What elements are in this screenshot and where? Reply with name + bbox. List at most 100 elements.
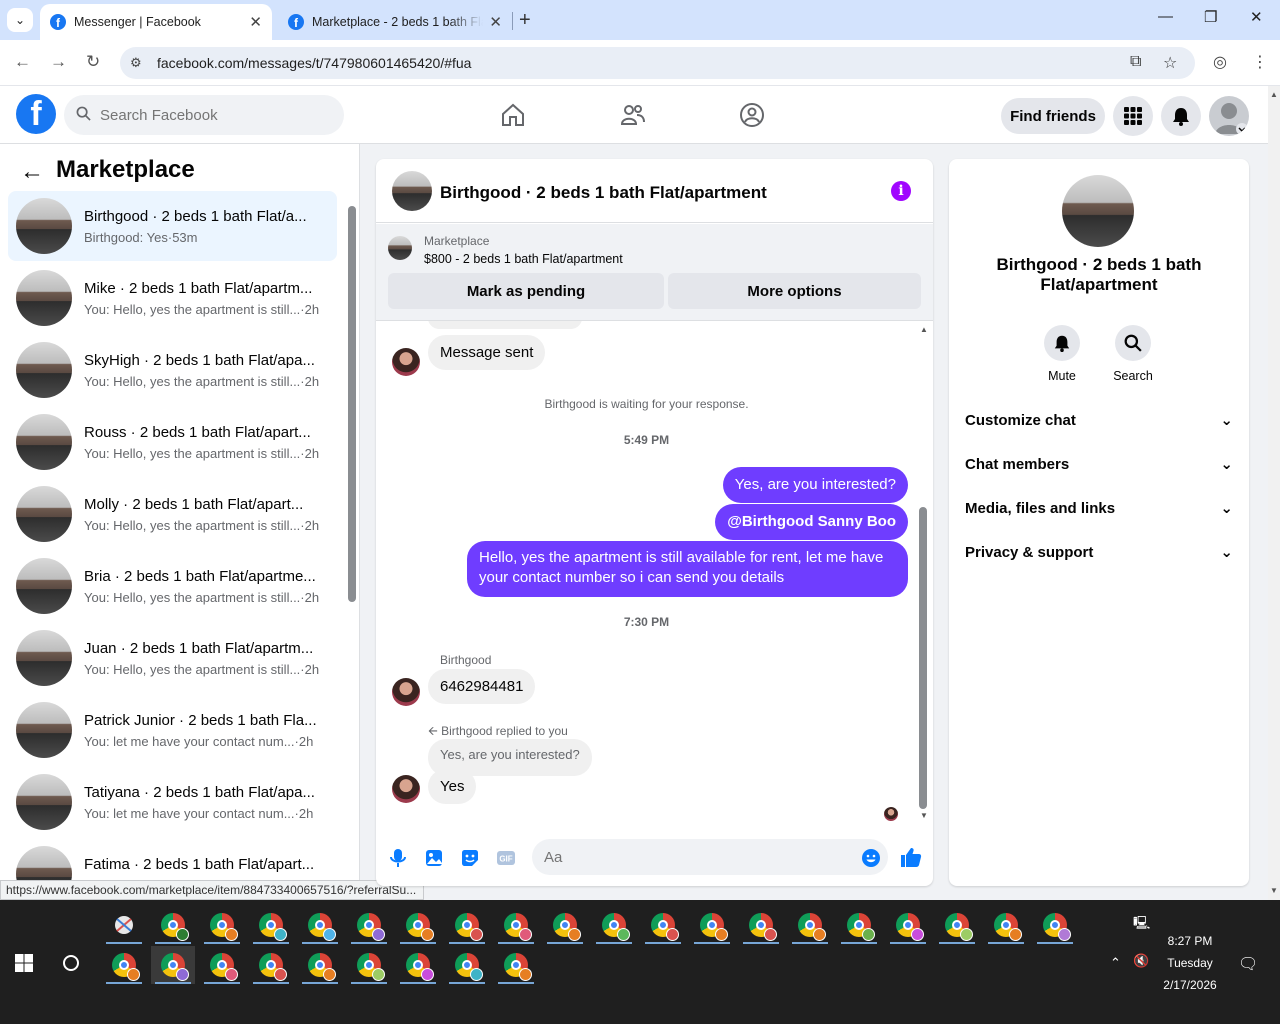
back-arrow-icon[interactable]: ←: [14, 52, 31, 72]
clock-date[interactable]: 2/17/2026: [1160, 978, 1220, 992]
scroll-down-icon[interactable]: ▼: [1270, 886, 1278, 895]
taskbar-app-chrome[interactable]: [592, 906, 636, 944]
volume-muted-icon[interactable]: 🔇: [1133, 953, 1149, 969]
windows-start-icon[interactable]: [15, 954, 33, 972]
microphone-icon[interactable]: [388, 848, 408, 868]
facebook-logo-icon[interactable]: f: [16, 94, 56, 134]
listing-summary[interactable]: $800 - 2 beds 1 bath Flat/apartment: [424, 252, 623, 266]
groups-icon[interactable]: [739, 102, 765, 128]
taskbar-app-chrome[interactable]: [641, 906, 685, 944]
conversation-item[interactable]: Patrick Junior · 2 beds 1 bath Fla... You…: [8, 695, 337, 765]
taskbar-app-chrome[interactable]: [249, 946, 293, 984]
mute-button[interactable]: Mute: [1032, 325, 1092, 383]
sender-avatar[interactable]: [392, 348, 420, 376]
taskbar-app-chrome[interactable]: [935, 906, 979, 944]
taskbar-app-chrome[interactable]: [298, 906, 342, 944]
taskbar-app-chrome[interactable]: [1033, 906, 1077, 944]
taskbar-app-chrome[interactable]: [739, 906, 783, 944]
search-in-chat-button[interactable]: Search: [1103, 325, 1163, 383]
close-tab-icon[interactable]: ✕: [249, 13, 262, 31]
page-scrollbar[interactable]: ▲ ▼: [1268, 86, 1280, 900]
conversation-item[interactable]: Juan · 2 beds 1 bath Flat/apartm... You: …: [8, 623, 337, 693]
chat-members-row[interactable]: Chat members ⌄: [965, 444, 1233, 484]
clock-day[interactable]: Tuesday: [1160, 956, 1220, 970]
scroll-up-icon[interactable]: ▲: [1270, 90, 1278, 99]
more-options-button[interactable]: More options: [668, 273, 921, 309]
privacy-support-row[interactable]: Privacy & support ⌄: [965, 532, 1233, 572]
taskbar-app-chrome[interactable]: [984, 906, 1028, 944]
restore-icon[interactable]: ❐: [1204, 8, 1217, 26]
close-tab-icon[interactable]: ✕: [489, 13, 502, 31]
image-icon[interactable]: [424, 848, 444, 868]
taskbar-app-chrome[interactable]: [445, 946, 489, 984]
taskbar-app-chrome[interactable]: [200, 906, 244, 944]
listing-thumbnail[interactable]: [388, 236, 412, 260]
taskbar-app-chrome[interactable]: [298, 946, 342, 984]
taskbar-app-chrome[interactable]: [102, 946, 146, 984]
taskbar-app-chrome[interactable]: [347, 946, 391, 984]
new-tab-icon[interactable]: +: [519, 9, 531, 32]
listing-thumbnail[interactable]: [392, 171, 432, 211]
thumbs-up-icon[interactable]: [900, 846, 922, 868]
conversation-item[interactable]: Tatiyana · 2 beds 1 bath Flat/apa... You:…: [8, 767, 337, 837]
gif-icon[interactable]: GIF: [496, 848, 516, 868]
mark-as-pending-button[interactable]: Mark as pending: [388, 273, 664, 309]
chat-scrollbar[interactable]: ▲ ▼: [916, 325, 930, 821]
emoji-icon[interactable]: [861, 848, 881, 868]
tab-marketplace[interactable]: f Marketplace - 2 beds 1 bath Flat/apart…: [278, 4, 512, 40]
taskbar-app-chrome[interactable]: [151, 906, 195, 944]
message-input[interactable]: [532, 839, 888, 875]
scroll-up-icon[interactable]: ▲: [920, 325, 928, 334]
find-friends-button[interactable]: Find friends: [1001, 98, 1105, 134]
back-arrow-icon[interactable]: ←: [20, 158, 44, 186]
taskbar-app-chrome[interactable]: [347, 906, 391, 944]
taskbar-app-chrome[interactable]: [396, 906, 440, 944]
taskbar-app-snipping[interactable]: [102, 906, 146, 944]
bookmark-star-icon[interactable]: ☆: [1163, 53, 1177, 73]
clock-time[interactable]: 8:27 PM: [1160, 934, 1220, 948]
close-window-icon[interactable]: ✕: [1250, 8, 1263, 26]
network-monitor-icon[interactable]: 🖳: [1133, 914, 1150, 936]
conversation-item[interactable]: Bria · 2 beds 1 bath Flat/apartme... You:…: [8, 551, 337, 621]
taskbar-app-chrome[interactable]: [200, 946, 244, 984]
chevron-up-icon[interactable]: ⌃: [1110, 955, 1121, 971]
friends-icon[interactable]: [620, 102, 646, 128]
install-app-icon[interactable]: ⧉: [1130, 53, 1141, 71]
conversation-item[interactable]: Birthgood · 2 beds 1 bath Flat/a... Birth…: [8, 191, 337, 261]
scroll-down-icon[interactable]: ▼: [920, 811, 928, 820]
sender-avatar[interactable]: [392, 678, 420, 706]
sender-avatar[interactable]: [392, 775, 420, 803]
listing-photo[interactable]: [1062, 175, 1134, 247]
taskbar-app-chrome[interactable]: [494, 946, 538, 984]
facebook-search-input[interactable]: [64, 95, 344, 135]
conversation-scrollbar[interactable]: [347, 196, 357, 606]
conversation-item[interactable]: Molly · 2 beds 1 bath Flat/apart... You: …: [8, 479, 337, 549]
tab-search-button[interactable]: ⌄: [7, 8, 33, 32]
site-settings-icon[interactable]: ⚙: [130, 55, 142, 71]
account-avatar[interactable]: [1209, 96, 1249, 136]
conversation-item[interactable]: Rouss · 2 beds 1 bath Flat/apart... You: …: [8, 407, 337, 477]
search-circle-icon[interactable]: [63, 955, 79, 971]
action-center-icon[interactable]: 🗨: [1238, 954, 1258, 974]
taskbar-app-chrome[interactable]: [494, 906, 538, 944]
taskbar-app-chrome[interactable]: [690, 906, 734, 944]
menu-grid-button[interactable]: [1113, 96, 1153, 136]
taskbar-app-chrome[interactable]: [151, 946, 195, 984]
profile-icon[interactable]: ◎: [1213, 52, 1227, 72]
taskbar-app-chrome[interactable]: [837, 906, 881, 944]
minimize-icon[interactable]: —: [1158, 8, 1173, 25]
conversation-item[interactable]: Mike · 2 beds 1 bath Flat/apartm... You: …: [8, 263, 337, 333]
taskbar-app-chrome[interactable]: [788, 906, 832, 944]
reload-icon[interactable]: ↻: [86, 52, 100, 72]
scrollbar-thumb[interactable]: [919, 507, 927, 809]
home-icon[interactable]: [500, 102, 526, 128]
sticker-icon[interactable]: [460, 848, 480, 868]
notifications-button[interactable]: [1161, 96, 1201, 136]
taskbar-app-chrome[interactable]: [543, 906, 587, 944]
menu-kebab-icon[interactable]: ⋮: [1252, 52, 1268, 72]
chat-title[interactable]: Birthgood · 2 beds 1 bath Flat/apartment: [440, 183, 767, 203]
taskbar-app-chrome[interactable]: [249, 906, 293, 944]
address-bar[interactable]: ⚙ facebook.com/messages/t/74798060146542…: [120, 47, 1195, 79]
taskbar-app-chrome[interactable]: [886, 906, 930, 944]
forward-arrow-icon[interactable]: →: [50, 52, 67, 72]
